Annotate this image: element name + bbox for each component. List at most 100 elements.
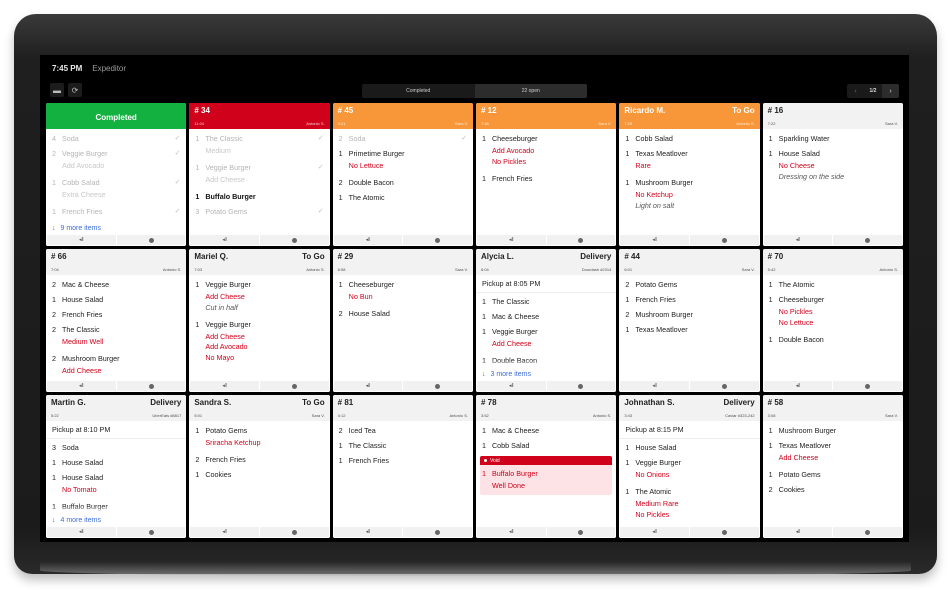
order-ticket[interactable]: Sandra S. To Go 5:01 Sara V. 1 Potato Gems Sri… — [189, 395, 330, 538]
order-ticket[interactable]: Completed 4 Soda ✓ 2 Veggie Burger Add Avocado… — [46, 103, 187, 246]
refresh-button[interactable]: ⟳ — [68, 83, 82, 97]
line-item[interactable]: 2 House Salad — [339, 309, 467, 318]
recall-button[interactable]: ◂‖ — [190, 235, 259, 245]
ticket-header[interactable]: Sandra S. To Go 5:01 Sara V. — [189, 395, 330, 421]
recall-button[interactable]: ◂‖ — [476, 235, 546, 245]
line-item[interactable]: 1 Mushroom Burger No Ketchup Light on salt — [625, 178, 753, 212]
more-items-link[interactable]: ↓ 9 more items — [46, 214, 187, 235]
line-item[interactable]: 2 Soda ✓ — [339, 134, 467, 143]
menu-button[interactable]: ▬ — [50, 83, 64, 97]
ticket-info-button[interactable] — [403, 527, 472, 537]
line-item[interactable]: 1 French Fries — [339, 456, 467, 465]
recall-button[interactable]: ◂‖ — [763, 527, 833, 537]
recall-button[interactable]: ◂‖ — [47, 527, 116, 537]
line-item[interactable]: 1 The Classic — [339, 441, 467, 450]
line-item[interactable]: 1 Texas Meatlover — [625, 325, 753, 334]
line-item[interactable]: 2 French Fries — [195, 455, 323, 464]
line-item[interactable]: 1 Veggie Burger Add Cheese Cut in half — [195, 280, 323, 314]
line-item[interactable]: 2 Mac & Cheese — [52, 280, 180, 289]
line-item[interactable]: 4 Soda ✓ — [52, 134, 180, 143]
ticket-header[interactable]: # 16 7:22 Sara V. — [762, 103, 903, 129]
line-item[interactable]: 1 Texas Meatlover Rare — [625, 149, 753, 172]
line-item[interactable]: 2 Veggie Burger Add Avocado ✓ — [52, 149, 180, 172]
line-item[interactable]: 1 Mac & Cheese — [482, 426, 610, 435]
order-ticket[interactable]: # 44 6:01 Sara V. 2 Potato Gems 1 French Fries… — [619, 249, 760, 392]
order-ticket[interactable]: Alycia L. Delivery 6:04 Doordash #2314 Picku… — [475, 249, 617, 392]
order-ticket[interactable]: Martin G. Delivery 5:22 UberEats #8817 Picku… — [46, 395, 187, 538]
line-item[interactable]: 1 Cheeseburger Add Avocado No Pickles — [482, 134, 610, 168]
line-item[interactable]: 1 Veggie Burger No Onions — [625, 458, 753, 481]
recall-button[interactable]: ◂‖ — [333, 381, 403, 391]
tab-completed[interactable]: Completed — [362, 84, 475, 98]
line-item[interactable]: 1 Buffalo Burger Well Done — [482, 469, 610, 492]
recall-button[interactable]: ◂‖ — [190, 527, 259, 537]
ticket-info-button[interactable] — [546, 381, 616, 391]
recall-button[interactable]: ◂‖ — [620, 235, 689, 245]
line-item[interactable]: 1 French Fries — [482, 174, 610, 183]
ticket-info-button[interactable] — [260, 527, 329, 537]
line-item[interactable]: 2 Iced Tea — [339, 426, 467, 435]
line-item[interactable]: 3 Potato Gems ✓ — [195, 207, 323, 216]
line-item[interactable]: 1 The Atomic — [769, 280, 897, 289]
line-item[interactable]: 1 The Atomic — [339, 193, 467, 202]
recall-button[interactable]: ◂‖ — [620, 527, 689, 537]
line-item[interactable]: 1 Veggie Burger Add Cheese ✓ — [195, 163, 323, 186]
line-item[interactable]: 1 Texas Meatlover Add Cheese — [769, 441, 897, 464]
recall-button[interactable]: ◂‖ — [763, 381, 833, 391]
line-item[interactable]: 1 Cookies — [195, 470, 323, 479]
order-ticket[interactable]: Johnathan S. Delivery 3:43 Caviar #323-242 P… — [619, 395, 760, 538]
line-item[interactable]: 1 The Classic Medium ✓ — [195, 134, 323, 157]
line-item[interactable]: 1 Cobb Salad Extra Cheese ✓ — [52, 178, 180, 201]
recall-button[interactable]: ◂‖ — [476, 381, 546, 391]
line-item[interactable]: 1 Cheeseburger No Pickles No Lettuce — [769, 295, 897, 329]
line-item[interactable]: 1 Veggie Burger Add Cheese Add Avocado No Ma… — [195, 320, 323, 364]
order-ticket[interactable]: # 66 7:04 Antonio S. 2 Mac & Cheese 1 House Sa… — [46, 249, 187, 392]
order-ticket[interactable]: # 29 6:58 Sara V. 1 Cheeseburger No Bun 2 House… — [332, 249, 473, 392]
voided-item[interactable]: Void 1 Buffalo Burger Well Done — [479, 456, 613, 495]
recall-button[interactable]: ◂‖ — [620, 381, 689, 391]
ticket-header[interactable]: # 70 5:42 Antonio S. — [762, 249, 903, 275]
ticket-header[interactable]: # 45 9:21 Sara V. — [332, 103, 473, 129]
recall-button[interactable]: ◂‖ — [333, 527, 403, 537]
line-item[interactable]: 1 French Fries — [625, 295, 753, 304]
recall-button[interactable]: ◂‖ — [47, 235, 116, 245]
line-item[interactable]: 3 Soda — [52, 443, 180, 452]
line-item[interactable]: 2 Mushroom Burger Add Cheese — [52, 354, 180, 377]
line-item[interactable]: 1 Cobb Salad — [625, 134, 753, 143]
ticket-info-button[interactable] — [403, 235, 472, 245]
ticket-info-button[interactable] — [403, 381, 472, 391]
line-item[interactable]: 1 Sparkling Water — [769, 134, 897, 143]
ticket-info-button[interactable] — [833, 235, 902, 245]
ticket-info-button[interactable] — [690, 235, 759, 245]
ticket-info-button[interactable] — [833, 381, 902, 391]
line-item[interactable]: 1 Cobb Salad — [482, 441, 610, 450]
ticket-header[interactable]: Ricardo M. To Go 7:29 Antonio S. — [619, 103, 760, 129]
recall-button[interactable]: ◂‖ — [476, 527, 546, 537]
line-item[interactable]: 1 Buffalo Burger — [195, 192, 323, 201]
ticket-header[interactable]: # 12 7:46 Sara V. — [475, 103, 617, 129]
ticket-info-button[interactable] — [690, 527, 759, 537]
ticket-info-button[interactable] — [260, 235, 329, 245]
tab-open[interactable]: 22 open — [474, 84, 587, 98]
recall-button[interactable]: ◂‖ — [190, 381, 259, 391]
line-item[interactable]: 2 Double Bacon — [339, 178, 467, 187]
recall-button[interactable]: ◂‖ — [763, 235, 833, 245]
line-item[interactable]: 1 House Salad — [52, 295, 180, 304]
line-item[interactable]: 1 Potato Gems — [769, 470, 897, 479]
line-item[interactable]: 1 House Salad — [625, 443, 753, 452]
ticket-header[interactable]: # 44 6:01 Sara V. — [619, 249, 760, 275]
order-ticket[interactable]: # 78 3:52 Antonio S. 1 Mac & Cheese 1 Cobb Sal… — [475, 395, 617, 538]
ticket-info-button[interactable] — [546, 527, 616, 537]
order-ticket[interactable]: # 45 9:21 Sara V. 2 Soda ✓ 1 Primetime Burger No… — [332, 103, 473, 246]
ticket-header[interactable]: # 34 11:04 Antonio S. — [189, 103, 330, 129]
ticket-info-button[interactable] — [116, 527, 186, 537]
next-page-button[interactable]: › — [882, 84, 899, 98]
ticket-info-button[interactable] — [833, 527, 902, 537]
line-item[interactable]: 1 Potato Gems Sriracha Ketchup — [195, 426, 323, 449]
line-item[interactable]: 1 Mac & Cheese — [482, 312, 610, 321]
ticket-info-button[interactable] — [116, 235, 186, 245]
ticket-info-button[interactable] — [546, 235, 616, 245]
recall-button[interactable]: ◂‖ — [333, 235, 403, 245]
ticket-info-button[interactable] — [116, 381, 186, 391]
line-item[interactable]: 1 Primetime Burger No Lettuce — [339, 149, 467, 172]
